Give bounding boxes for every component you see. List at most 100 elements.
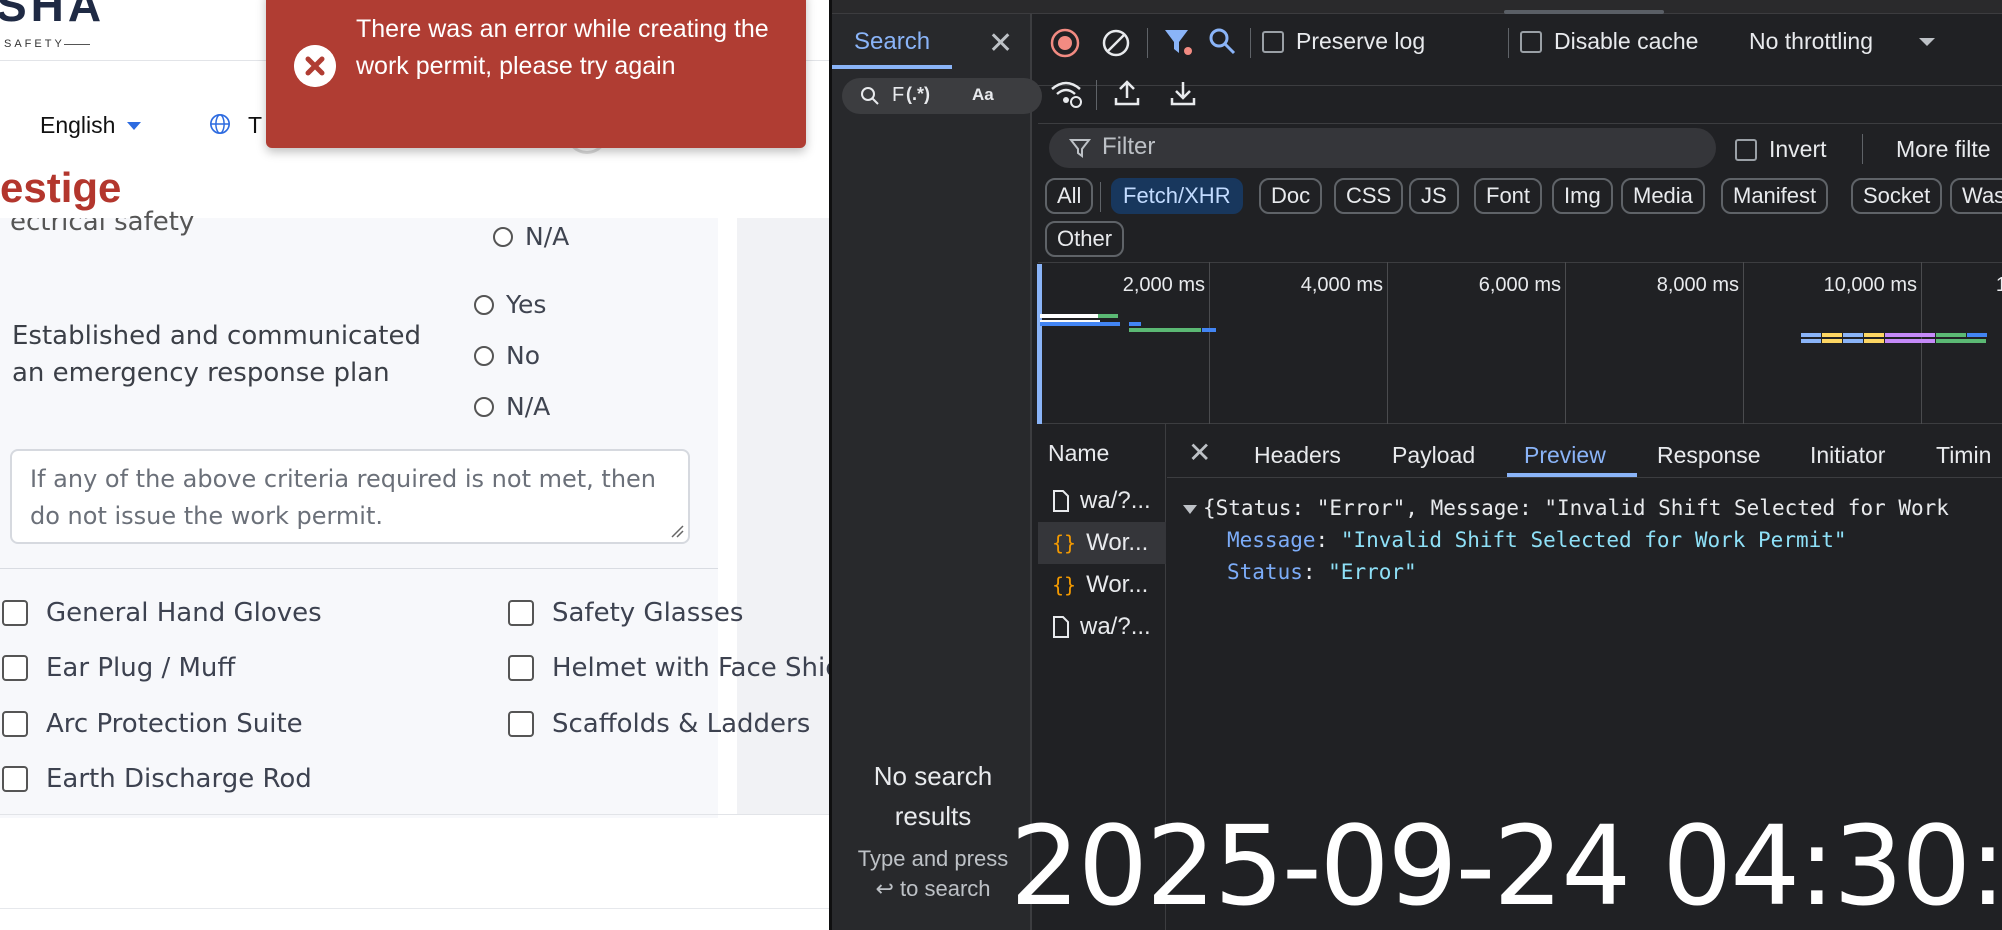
import-har-icon[interactable] bbox=[1112, 78, 1142, 108]
ppe-checkbox-scaffolds[interactable]: Scaffolds & Ladders bbox=[508, 709, 810, 739]
brand-logo: estige bbox=[0, 164, 130, 218]
search-icon[interactable] bbox=[1207, 26, 1237, 56]
radio-yes-q2[interactable]: Yes bbox=[474, 290, 546, 319]
preserve-log-checkbox[interactable]: Preserve log bbox=[1262, 28, 1425, 55]
request-row-selected[interactable]: {} Wor... bbox=[1038, 522, 1166, 564]
search-hint: Type and press ↩ to search bbox=[857, 846, 1009, 901]
radio-button[interactable] bbox=[493, 226, 513, 247]
disable-cache-checkbox[interactable]: Disable cache bbox=[1520, 28, 1698, 55]
filter-chip-wasm[interactable]: Was bbox=[1950, 178, 2002, 214]
network-conditions-icon[interactable] bbox=[1049, 76, 1083, 110]
radio-no-q2[interactable]: No bbox=[474, 341, 540, 370]
document-icon bbox=[1053, 616, 1069, 638]
radio-button[interactable] bbox=[474, 294, 494, 315]
export-har-icon[interactable] bbox=[1168, 78, 1198, 108]
request-row[interactable]: wa/?... bbox=[1038, 480, 1166, 522]
radio-button[interactable] bbox=[474, 345, 494, 366]
throttling-select[interactable]: No throttling bbox=[1749, 28, 1936, 55]
search-input[interactable]: F (.*) Aa bbox=[842, 78, 1042, 114]
remarks-textarea[interactable]: If any of the above criteria required is… bbox=[10, 449, 690, 544]
timeline-request-bar bbox=[1885, 339, 1935, 343]
checkbox[interactable] bbox=[2, 600, 28, 626]
checkbox[interactable] bbox=[1735, 138, 1757, 161]
globe-icon[interactable] bbox=[209, 113, 231, 135]
expand-triangle-icon[interactable] bbox=[1183, 504, 1197, 514]
radio-na-q1[interactable]: N/A bbox=[493, 222, 569, 251]
json-icon: {} bbox=[1052, 531, 1077, 555]
json-value: "Error" bbox=[1328, 560, 1417, 584]
filter-chip-other[interactable]: Other bbox=[1045, 221, 1125, 257]
json-property: Status: "Error" bbox=[1227, 560, 1417, 584]
clear-icon[interactable] bbox=[1101, 28, 1131, 58]
filter-chip-font[interactable]: Font bbox=[1474, 178, 1543, 214]
error-toast[interactable]: There was an error while creating the wo… bbox=[266, 0, 806, 148]
json-root[interactable]: {Status: "Error", Message: "Invalid Shif… bbox=[1183, 492, 2002, 524]
checkbox[interactable] bbox=[508, 600, 534, 626]
translate-label[interactable]: T bbox=[248, 112, 262, 139]
filter-chip-socket[interactable]: Socket bbox=[1851, 178, 1943, 214]
request-name: Wor... bbox=[1086, 571, 1149, 598]
filter-chip-all[interactable]: All bbox=[1045, 178, 1094, 214]
filter-chip-doc[interactable]: Doc bbox=[1259, 178, 1323, 214]
name-column-header[interactable]: Name bbox=[1048, 440, 1109, 467]
checkbox[interactable] bbox=[2, 655, 28, 681]
checkbox[interactable] bbox=[2, 766, 28, 792]
timeline-gridline bbox=[1565, 262, 1566, 424]
radio-button[interactable] bbox=[474, 396, 494, 417]
resize-handle-icon[interactable] bbox=[670, 524, 684, 538]
filter-funnel-icon[interactable] bbox=[1162, 26, 1194, 58]
ppe-checkbox-helmet[interactable]: Helmet with Face Shie bbox=[508, 653, 829, 683]
tab-preview[interactable]: Preview bbox=[1524, 442, 1606, 469]
timeline-request-bar bbox=[1843, 339, 1863, 343]
radio-na-q2[interactable]: N/A bbox=[474, 392, 550, 421]
ppe-checkbox-arc-suite[interactable]: Arc Protection Suite bbox=[2, 709, 303, 739]
ppe-checkbox-glasses[interactable]: Safety Glasses bbox=[508, 598, 743, 628]
more-filters-button[interactable]: More filte bbox=[1896, 136, 1991, 163]
tab-initiator[interactable]: Initiator bbox=[1810, 442, 1885, 469]
filter-chip-img[interactable]: Img bbox=[1552, 178, 1613, 214]
json-preview[interactable]: {Status: "Error", Message: "Invalid Shif… bbox=[1183, 492, 2002, 588]
chevron-down-icon bbox=[1919, 37, 1936, 46]
invert-checkbox[interactable]: Invert bbox=[1735, 136, 1827, 163]
regex-toggle[interactable]: (.*) bbox=[906, 84, 930, 105]
filter-chip-js[interactable]: JS bbox=[1409, 178, 1459, 214]
match-case-toggle[interactable]: Aa bbox=[972, 85, 994, 105]
filter-chip-fetch-xhr[interactable]: Fetch/XHR bbox=[1111, 178, 1243, 214]
close-icon[interactable]: ✕ bbox=[1188, 436, 1211, 469]
checkbox[interactable] bbox=[2, 711, 28, 737]
checkbox[interactable] bbox=[1520, 30, 1542, 53]
tab-timing[interactable]: Timin bbox=[1936, 442, 1991, 469]
company-logo: SHA bbox=[0, 0, 106, 31]
request-row[interactable]: wa/?... bbox=[1038, 606, 1166, 648]
checkbox[interactable] bbox=[508, 655, 534, 681]
work-permit-app: SHA SAFETY English T estige ectrical saf… bbox=[0, 0, 829, 930]
tab-payload[interactable]: Payload bbox=[1392, 442, 1475, 469]
filter-chip-manifest[interactable]: Manifest bbox=[1721, 178, 1829, 214]
ppe-checkbox-gloves[interactable]: General Hand Gloves bbox=[2, 598, 322, 628]
devtools-top-strip bbox=[832, 0, 2002, 14]
json-key: Message bbox=[1227, 528, 1316, 552]
record-stop-icon[interactable] bbox=[1050, 28, 1080, 58]
tab-search[interactable]: Search bbox=[854, 28, 930, 56]
timeline-selection-handle[interactable] bbox=[1037, 264, 1042, 424]
language-selector[interactable]: English bbox=[40, 112, 142, 139]
checkbox-label: Helmet with Face Shie bbox=[552, 653, 829, 683]
ppe-checkbox-earplug[interactable]: Ear Plug / Muff bbox=[2, 653, 235, 683]
tab-headers[interactable]: Headers bbox=[1254, 442, 1341, 469]
timeline-request-bar bbox=[1967, 333, 1987, 337]
ppe-checkbox-earth-rod[interactable]: Earth Discharge Rod bbox=[2, 764, 312, 794]
radio-label: N/A bbox=[506, 392, 551, 421]
close-icon[interactable]: ✕ bbox=[988, 26, 1013, 61]
filter-chip-css[interactable]: CSS bbox=[1334, 178, 1404, 214]
request-name: wa/?... bbox=[1080, 613, 1151, 640]
request-name: wa/?... bbox=[1080, 487, 1151, 514]
filter-funnel-icon bbox=[1068, 139, 1092, 158]
checkbox[interactable] bbox=[1262, 30, 1284, 53]
request-row[interactable]: {} Wor... bbox=[1038, 564, 1166, 606]
filter-chip-media[interactable]: Media bbox=[1621, 178, 1705, 214]
footer-divider bbox=[0, 908, 829, 909]
toolbar-separator bbox=[1508, 28, 1509, 58]
json-value: "Invalid Shift Selected for Work Permit" bbox=[1340, 528, 1847, 552]
tab-response[interactable]: Response bbox=[1657, 442, 1761, 469]
checkbox[interactable] bbox=[508, 711, 534, 737]
